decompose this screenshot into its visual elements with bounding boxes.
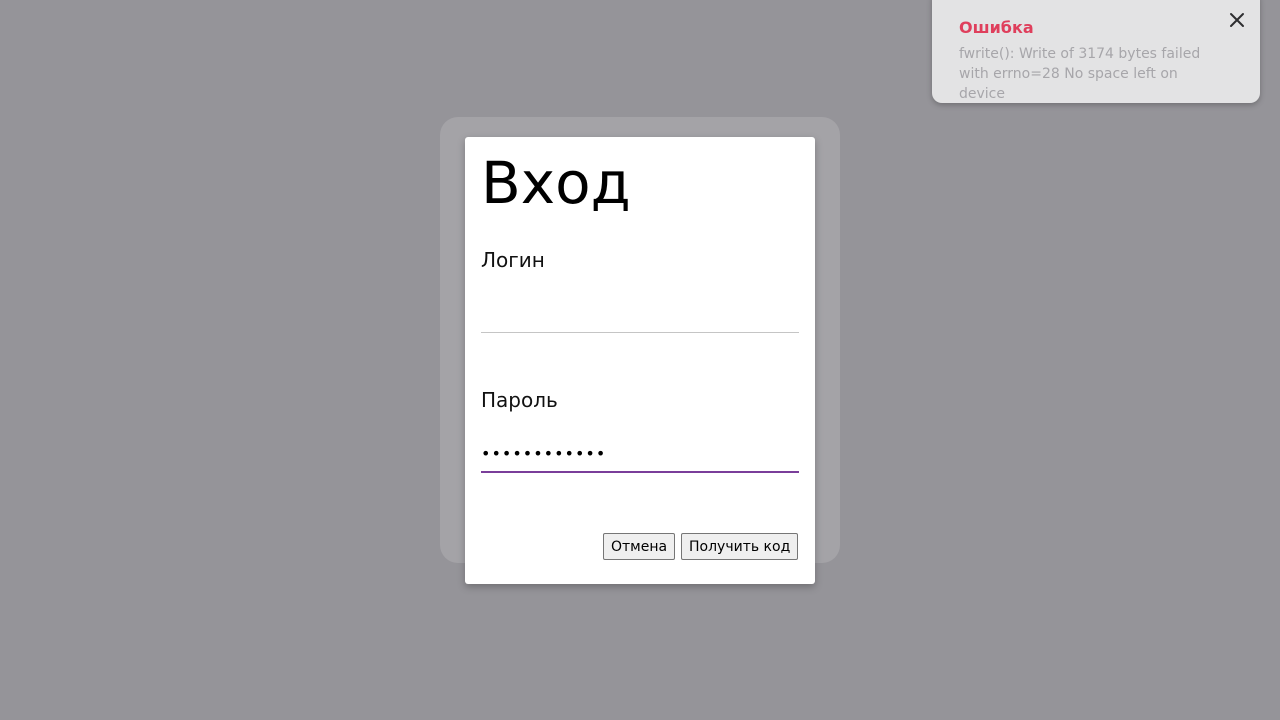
password-input[interactable] <box>481 435 799 473</box>
login-input[interactable] <box>481 296 799 333</box>
cancel-button[interactable]: Отмена <box>603 533 676 560</box>
close-icon[interactable] <box>1225 8 1249 32</box>
login-label: Логин <box>481 248 545 272</box>
toast-message: fwrite(): Write of 3174 bytes failed wit… <box>959 46 1201 102</box>
toast-title: Ошибка <box>959 18 1034 37</box>
dialog-title: Вход <box>481 149 631 217</box>
login-dialog: Вход Логин Пароль Отмена Получить код <box>465 137 815 584</box>
error-toast: Ошибка fwrite(): Write of 3174 bytes fai… <box>932 0 1260 103</box>
password-label: Пароль <box>481 388 558 412</box>
get-code-button[interactable]: Получить код <box>681 533 799 560</box>
